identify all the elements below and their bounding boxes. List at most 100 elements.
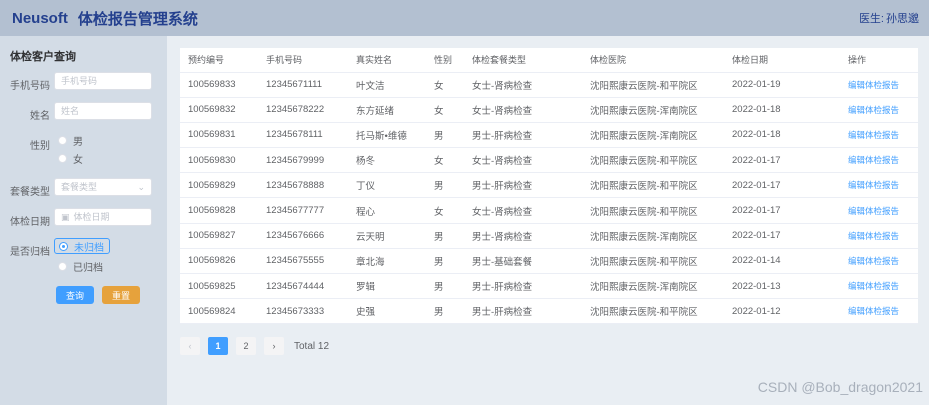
column-header: 体检套餐类型 (464, 48, 582, 73)
edit-report-link[interactable]: 编辑体检报告 (840, 223, 918, 249)
table-cell: 沈阳熙康云医院-和平院区 (582, 197, 724, 224)
date-label: 体检日期 (10, 217, 50, 228)
gender-row: 性别 男 女 (10, 132, 157, 168)
chevron-down-icon: ⌄ (137, 182, 145, 192)
main-content: 预约编号 手机号码 真实姓名 性别 体检套餐类型 体检医院 体检日期 操作 100569833… (167, 36, 929, 405)
table-cell: 100569827 (180, 223, 258, 249)
page-1-button[interactable]: 1 (208, 337, 228, 356)
table-cell: 2022-01-17 (724, 197, 840, 224)
next-page-button[interactable]: › (264, 337, 284, 356)
name-input[interactable]: 姓名 (54, 102, 152, 120)
radio-label: 未归档 (74, 242, 104, 254)
column-header: 真实姓名 (348, 48, 426, 73)
query-sidebar: 体检客户查询 手机号码 手机号码 姓名 姓名 性别 男 女 套餐类型 套餐类型 ⌄… (0, 36, 167, 405)
archived-radio-archived[interactable]: 已归档 (54, 258, 157, 274)
table-cell: 男士-肝病检查 (464, 273, 582, 300)
table-cell: 章北海 (348, 248, 426, 275)
edit-report-link[interactable]: 编辑体检报告 (840, 97, 918, 123)
doctor-name: 孙思邈 (886, 13, 919, 25)
pagination: ‹ 1 2 › Total 12 (180, 337, 918, 356)
radio-circle-icon (58, 261, 67, 271)
column-header: 性别 (426, 48, 464, 73)
table-cell: 男士-肝病检查 (464, 298, 582, 325)
edit-report-link[interactable]: 编辑体检报告 (840, 147, 918, 174)
table-cell: 100569826 (180, 248, 258, 275)
table-cell: 12345678888 (258, 172, 348, 199)
table-cell: 程心 (348, 197, 426, 224)
archived-row: 是否归档 未归档 已归档 (10, 238, 157, 276)
table-row: 100569825 12345674444 罗辑男男士-肝病检查 沈阳熙康云医院-浑南… (180, 273, 918, 300)
phone-row: 手机号码 手机号码 (10, 72, 157, 92)
page-2-button[interactable]: 2 (236, 337, 256, 356)
table-cell: 女士-肾病检查 (464, 197, 582, 224)
table-cell: 男 (426, 172, 464, 199)
table-cell: 女士-肾病检查 (464, 97, 582, 123)
table-cell: 男 (426, 122, 464, 149)
radio-circle-icon (58, 135, 67, 145)
app-title: 体检报告管理系统 (77, 10, 198, 28)
edit-report-link[interactable]: 编辑体检报告 (840, 172, 918, 199)
date-picker[interactable]: ▣ 体检日期 (54, 208, 152, 226)
package-placeholder: 套餐类型 (61, 182, 98, 192)
table-cell: 女士-肾病检查 (464, 72, 582, 98)
table-cell: 100569833 (180, 72, 258, 98)
column-header: 体检日期 (724, 48, 840, 73)
table-row: 100569828 12345677777 程心女女士-肾病检查 沈阳熙康云医院-和平… (180, 197, 918, 224)
table-cell: 男士-基础套餐 (464, 248, 582, 275)
table-cell: 沈阳熙康云医院-浑南院区 (582, 273, 724, 300)
gender-radio-female[interactable]: 女 (54, 150, 157, 166)
table-cell: 叶文洁 (348, 72, 426, 98)
table-cell: 2022-01-13 (724, 273, 840, 300)
table-cell: 男 (426, 273, 464, 300)
gender-label: 性别 (30, 141, 50, 152)
date-row: 体检日期 ▣ 体检日期 (10, 208, 157, 228)
table-cell: 2022-01-14 (724, 248, 840, 275)
edit-report-link[interactable]: 编辑体检报告 (840, 72, 918, 98)
package-row: 套餐类型 套餐类型 ⌄ (10, 178, 157, 198)
sidebar-title: 体检客户查询 (10, 51, 76, 63)
table-cell: 100569824 (180, 298, 258, 325)
report-table: 预约编号 手机号码 真实姓名 性别 体检套餐类型 体检医院 体检日期 操作 100569833… (180, 48, 918, 325)
archived-radio-unarchived[interactable]: 未归档 (54, 238, 110, 254)
table-cell: 12345674444 (258, 273, 348, 300)
action-buttons: 查询 重置 (56, 286, 157, 304)
radio-label: 男 (73, 136, 83, 148)
name-label: 姓名 (30, 111, 50, 122)
radio-label: 女 (73, 154, 83, 166)
table-row: 100569824 12345673333 史强男男士-肝病检查 沈阳熙康云医院-和平… (180, 298, 918, 325)
radio-checked-icon (59, 241, 68, 251)
table-cell: 2022-01-18 (724, 97, 840, 123)
watermark: CSDN @Bob_dragon2021 (757, 379, 923, 395)
table-cell: 杨冬 (348, 147, 426, 174)
app-header: Neusoft 体检报告管理系统 医生: 孙思邈 (0, 0, 929, 36)
table-cell: 云天明 (348, 223, 426, 249)
table-cell: 女 (426, 147, 464, 174)
phone-label: 手机号码 (10, 81, 50, 92)
table-cell: 沈阳熙康云医院-和平院区 (582, 72, 724, 98)
gender-radio-male[interactable]: 男 (54, 132, 157, 148)
table-row: 100569831 12345678111 托马斯•维德男男士-肝病检查 沈阳熙康云医… (180, 122, 918, 149)
table-cell: 2022-01-17 (724, 172, 840, 199)
phone-input[interactable]: 手机号码 (54, 72, 152, 90)
package-label: 套餐类型 (10, 187, 50, 198)
package-select[interactable]: 套餐类型 ⌄ (54, 178, 152, 196)
reset-button[interactable]: 重置 (102, 286, 140, 304)
edit-report-link[interactable]: 编辑体检报告 (840, 273, 918, 300)
table-cell: 罗辑 (348, 273, 426, 300)
table-cell: 100569825 (180, 273, 258, 300)
edit-report-link[interactable]: 编辑体检报告 (840, 248, 918, 275)
table-row: 100569827 12345676666 云天明男男士-肾病检查 沈阳熙康云医院-浑… (180, 223, 918, 249)
prev-page-button[interactable]: ‹ (180, 337, 200, 356)
table-cell: 12345678222 (258, 97, 348, 123)
table-cell: 男士-肝病检查 (464, 122, 582, 149)
table-cell: 男士-肝病检查 (464, 172, 582, 199)
table-header-row: 预约编号 手机号码 真实姓名 性别 体检套餐类型 体检医院 体检日期 操作 (180, 48, 918, 73)
edit-report-link[interactable]: 编辑体检报告 (840, 197, 918, 224)
edit-report-link[interactable]: 编辑体检报告 (840, 122, 918, 149)
table-cell: 女 (426, 97, 464, 123)
edit-report-link[interactable]: 编辑体检报告 (840, 298, 918, 325)
search-button[interactable]: 查询 (56, 286, 94, 304)
table-cell: 史强 (348, 298, 426, 325)
table-cell: 沈阳熙康云医院-浑南院区 (582, 223, 724, 249)
radio-circle-icon (58, 153, 67, 163)
